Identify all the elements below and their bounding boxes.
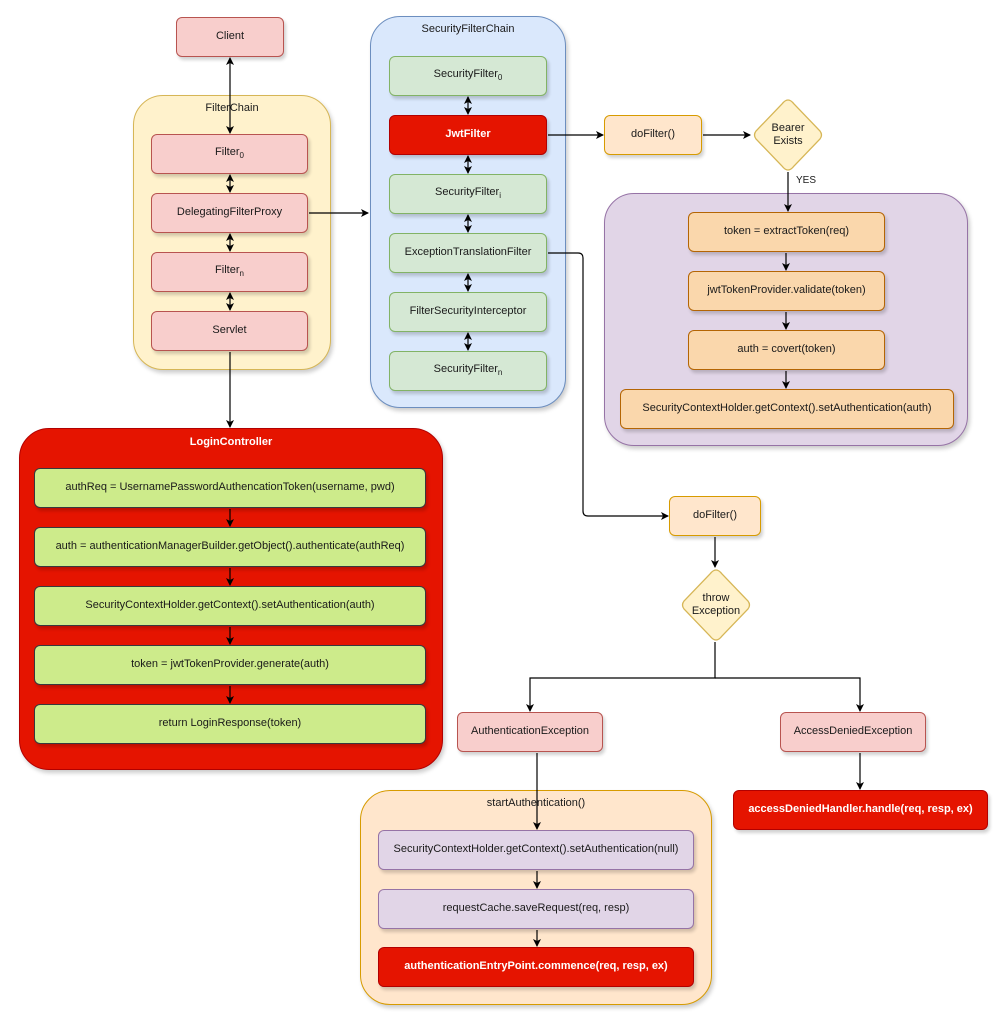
login-step-auth-request[interactable]: authReq = UsernamePasswordAuthencationTo… <box>34 468 426 508</box>
security-filter-0-label: SecurityFilter0 <box>433 68 503 83</box>
commence-entry-point-step[interactable]: authenticationEntryPoint.commence(req, r… <box>378 947 694 987</box>
set-authentication-label: SecurityContextHolder.getContext().setAu… <box>642 402 932 415</box>
servlet-node[interactable]: Servlet <box>151 311 308 351</box>
bearer-exists-decision[interactable]: Bearer Exists <box>751 98 825 172</box>
filter-security-interceptor-node[interactable]: FilterSecurityInterceptor <box>389 292 547 332</box>
exception-translation-filter-node[interactable]: ExceptionTranslationFilter <box>389 233 547 273</box>
start-authentication-title: startAuthentication() <box>486 797 586 809</box>
access-denied-handler-label: accessDeniedHandler.handle(req, resp, ex… <box>748 803 973 816</box>
delegating-filter-proxy-label: DelegatingFilterProxy <box>176 206 283 219</box>
login-step-generate-token-label: token = jwtTokenProvider.generate(auth) <box>131 658 329 671</box>
jwt-do-filter-node[interactable]: doFilter() <box>604 115 702 155</box>
security-filter-0-node[interactable]: SecurityFilter0 <box>389 56 547 96</box>
extract-token-label: token = extractToken(req) <box>723 225 850 238</box>
login-step-return-response-label: return LoginResponse(token) <box>158 717 302 730</box>
jwt-filter-node[interactable]: JwtFilter <box>389 115 547 155</box>
clear-context-step[interactable]: SecurityContextHolder.getContext().setAu… <box>378 830 694 870</box>
security-filter-chain-title: SecurityFilterChain <box>421 23 515 35</box>
login-step-authenticate-label: auth = authenticationManagerBuilder.getO… <box>55 540 405 553</box>
login-step-authenticate[interactable]: auth = authenticationManagerBuilder.getO… <box>34 527 426 567</box>
convert-token-step[interactable]: auth = covert(token) <box>688 330 885 370</box>
login-controller-title: LoginController <box>189 436 273 448</box>
access-denied-exception-node[interactable]: AccessDeniedException <box>780 712 926 752</box>
jwt-do-filter-label: doFilter() <box>630 128 675 141</box>
authentication-exception-node[interactable]: AuthenticationException <box>457 712 603 752</box>
yes-label: YES <box>794 175 819 186</box>
exception-do-filter-label: doFilter() <box>692 509 737 522</box>
throw-exception-decision[interactable]: throw Exception <box>679 568 753 642</box>
client-node[interactable]: Client <box>176 17 284 57</box>
set-authentication-step[interactable]: SecurityContextHolder.getContext().setAu… <box>620 389 954 429</box>
security-filter-n-node[interactable]: SecurityFiltern <box>389 351 547 391</box>
filter-0-node[interactable]: Filter0 <box>151 134 308 174</box>
edge-throw-auth-exception <box>526 642 716 712</box>
login-step-set-authentication[interactable]: SecurityContextHolder.getContext().setAu… <box>34 586 426 626</box>
authentication-exception-label: AuthenticationException <box>470 725 590 738</box>
jwt-filter-label: JwtFilter <box>445 128 491 141</box>
filter-0-label: Filter0 <box>215 146 244 161</box>
login-step-set-authentication-label: SecurityContextHolder.getContext().setAu… <box>85 599 375 612</box>
clear-context-label: SecurityContextHolder.getContext().setAu… <box>393 843 679 856</box>
filter-n-node[interactable]: Filtern <box>151 252 308 292</box>
save-request-step[interactable]: requestCache.saveRequest(req, resp) <box>378 889 694 929</box>
security-filter-i-node[interactable]: SecurityFilteri <box>389 174 547 214</box>
extract-token-step[interactable]: token = extractToken(req) <box>688 212 885 252</box>
filter-n-label: Filtern <box>215 264 244 279</box>
login-step-return-response[interactable]: return LoginResponse(token) <box>34 704 426 744</box>
security-filter-n-label: SecurityFiltern <box>433 363 503 378</box>
client-label: Client <box>215 30 245 43</box>
save-request-label: requestCache.saveRequest(req, resp) <box>442 902 630 915</box>
filter-security-interceptor-label: FilterSecurityInterceptor <box>409 305 527 318</box>
access-denied-exception-label: AccessDeniedException <box>793 725 913 738</box>
access-denied-handler-node[interactable]: accessDeniedHandler.handle(req, resp, ex… <box>733 790 988 830</box>
exception-do-filter-node[interactable]: doFilter() <box>669 496 761 536</box>
login-step-generate-token[interactable]: token = jwtTokenProvider.generate(auth) <box>34 645 426 685</box>
login-step-auth-request-label: authReq = UsernamePasswordAuthencationTo… <box>65 481 395 494</box>
validate-token-label: jwtTokenProvider.validate(token) <box>707 284 866 297</box>
throw-exception-label: throw Exception <box>691 591 741 617</box>
convert-token-label: auth = covert(token) <box>737 343 836 356</box>
edge-throw-access-denied <box>715 677 864 712</box>
exception-translation-filter-label: ExceptionTranslationFilter <box>404 246 532 259</box>
validate-token-step[interactable]: jwtTokenProvider.validate(token) <box>688 271 885 311</box>
security-filter-i-label: SecurityFilteri <box>435 186 501 201</box>
filter-chain-title: FilterChain <box>205 102 259 114</box>
commence-entry-point-label: authenticationEntryPoint.commence(req, r… <box>404 960 668 973</box>
servlet-label: Servlet <box>212 324 247 337</box>
delegating-filter-proxy-node[interactable]: DelegatingFilterProxy <box>151 193 308 233</box>
bearer-exists-label: Bearer Exists <box>771 121 805 147</box>
